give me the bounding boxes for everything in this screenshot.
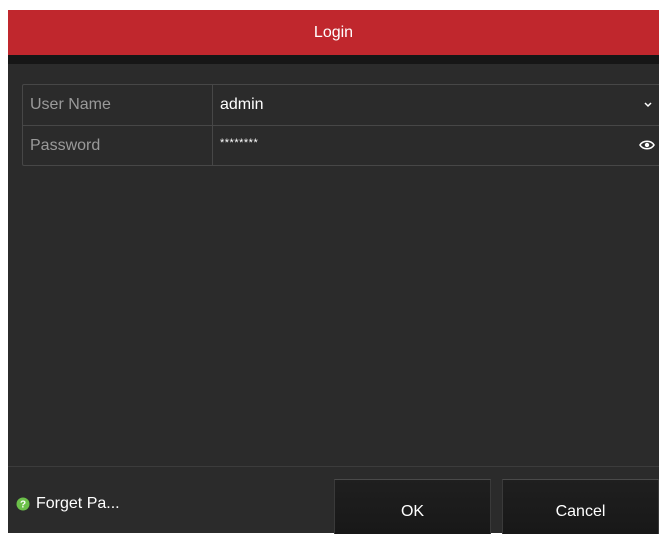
titlebar-divider (8, 55, 659, 64)
cancel-button-label: Cancel (555, 503, 606, 520)
login-dialog: Login User Name admin Password ******** (8, 10, 659, 534)
help-icon: ? (16, 497, 30, 511)
username-row: User Name admin (23, 85, 659, 126)
login-form: User Name admin Password ******** (22, 84, 659, 166)
password-label: Password (23, 126, 213, 166)
password-value: ******** (220, 137, 259, 149)
username-select[interactable]: admin (213, 85, 659, 125)
dialog-title: Login (313, 23, 354, 41)
forget-password-label: Forget Pa... (36, 495, 120, 512)
ok-button[interactable]: OK (334, 479, 491, 534)
password-row: Password ******** (23, 126, 659, 166)
eye-icon[interactable] (639, 139, 655, 151)
dialog-titlebar: Login (8, 10, 659, 55)
chevron-down-icon[interactable] (643, 99, 653, 109)
dialog-footer: ? Forget Pa... OK Cancel (8, 466, 659, 534)
forget-password-link[interactable]: ? Forget Pa... (16, 495, 120, 513)
username-label: User Name (23, 85, 213, 125)
username-value: admin (220, 96, 264, 113)
svg-text:?: ? (20, 500, 26, 511)
cancel-button[interactable]: Cancel (502, 479, 659, 534)
password-field[interactable]: ******** (213, 126, 659, 166)
ok-button-label: OK (400, 503, 425, 520)
